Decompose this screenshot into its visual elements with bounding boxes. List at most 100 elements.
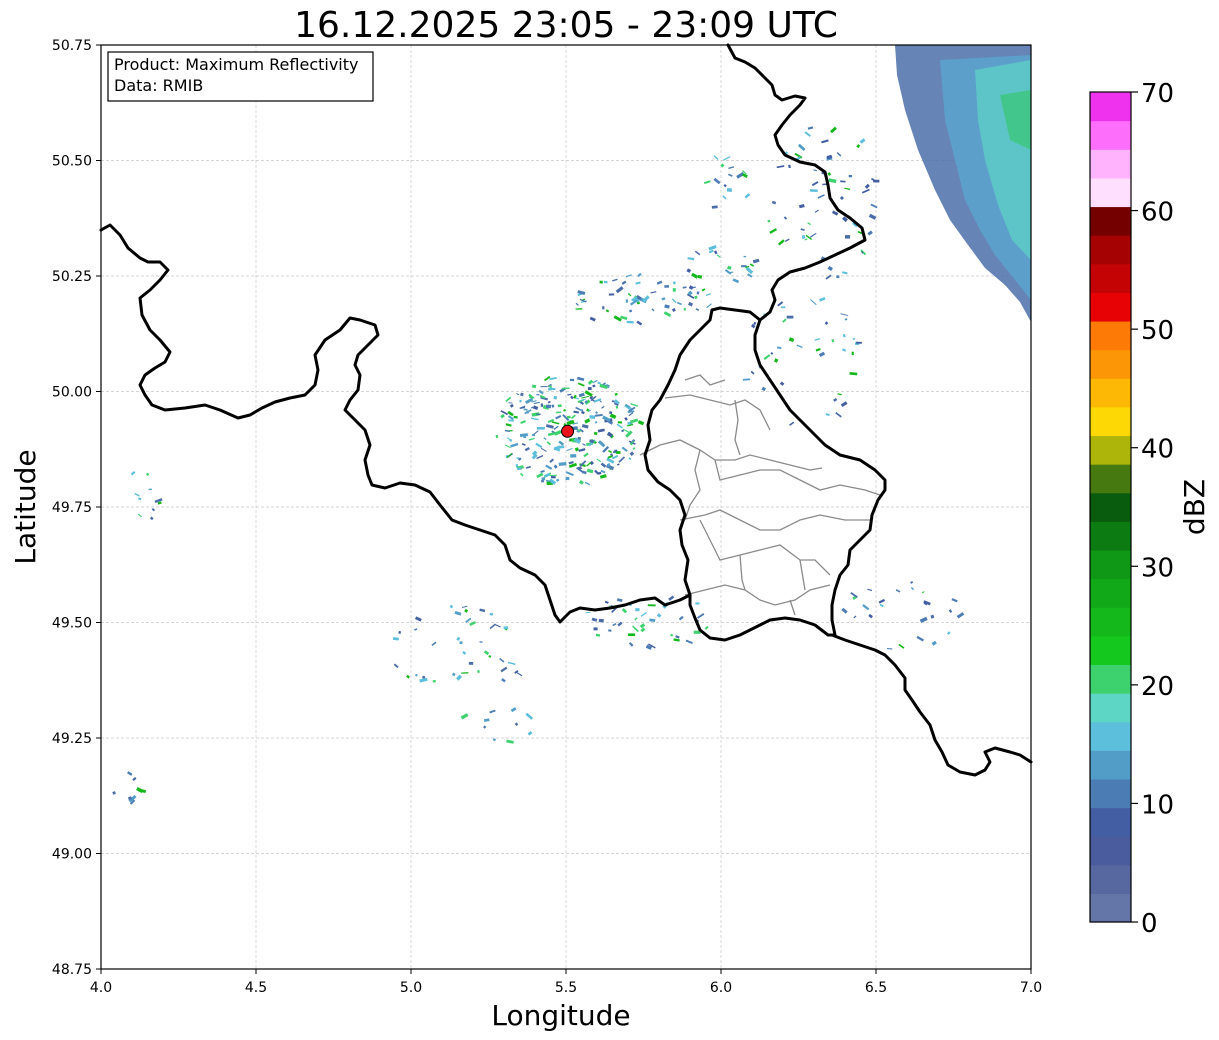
y-tick-label: 49.00 bbox=[52, 847, 92, 863]
echo-cell bbox=[801, 234, 806, 239]
echo-cell bbox=[786, 315, 794, 319]
colorbar-swatch bbox=[1090, 893, 1131, 923]
echo-cell bbox=[598, 618, 604, 623]
y-tick-label: 50.50 bbox=[52, 154, 92, 170]
echo-cell bbox=[553, 395, 558, 400]
map-plot-area: Product: Maximum Reflectivity Data: RMIB bbox=[99, 43, 1033, 970]
echo-cell bbox=[743, 255, 747, 258]
echo-cell bbox=[557, 404, 562, 408]
colorbar-swatch bbox=[1090, 349, 1131, 379]
echo-cell bbox=[696, 291, 700, 295]
radar-site-marker bbox=[561, 424, 575, 438]
colorbar-label: dBZ bbox=[1178, 479, 1211, 535]
echo-cell bbox=[570, 454, 577, 458]
colorbar-swatch bbox=[1090, 492, 1131, 522]
echo-cell bbox=[569, 378, 575, 382]
echo-cell bbox=[767, 219, 771, 223]
radar-figure: 16.12.2025 23:05 - 23:09 UTC Product: Ma… bbox=[9, 5, 1211, 1032]
y-axis-label: Latitude bbox=[9, 449, 42, 564]
colorbar-swatch bbox=[1090, 778, 1131, 809]
echo-cell bbox=[580, 409, 584, 412]
colorbar-swatch bbox=[1090, 464, 1131, 494]
colorbar-tick-label: 70 bbox=[1141, 79, 1174, 109]
echo-cell bbox=[565, 477, 570, 481]
colorbar-swatch bbox=[1090, 435, 1131, 465]
colorbar-swatch bbox=[1090, 521, 1131, 551]
echo-cell bbox=[432, 679, 436, 683]
colorbar-swatch bbox=[1090, 836, 1131, 866]
colorbar-swatch bbox=[1090, 149, 1131, 179]
echo-cell bbox=[503, 626, 509, 630]
echo-cell bbox=[873, 179, 880, 183]
echo-cell bbox=[148, 488, 152, 491]
echo-cell bbox=[468, 661, 474, 665]
echo-cell bbox=[561, 387, 570, 390]
info-data-source: Data: RMIB bbox=[114, 76, 203, 95]
echo-cell bbox=[625, 299, 629, 303]
colorbar-swatch bbox=[1090, 292, 1131, 322]
echo-cell bbox=[845, 235, 851, 239]
echo-cell bbox=[608, 629, 612, 632]
y-tick-label: 50.00 bbox=[52, 385, 92, 401]
colorbar-swatch bbox=[1090, 406, 1131, 437]
y-tick-label: 48.75 bbox=[52, 962, 92, 978]
echo-cell bbox=[559, 445, 565, 449]
echo-cell bbox=[855, 341, 862, 344]
echo-cell bbox=[536, 427, 545, 430]
echo-cell bbox=[683, 307, 686, 311]
echo-cell bbox=[635, 608, 640, 612]
echo-cell bbox=[593, 627, 598, 631]
info-product: Product: Maximum Reflectivity bbox=[114, 55, 358, 74]
colorbar-tick-label: 20 bbox=[1141, 672, 1174, 702]
latitude-ticks: 48.75 49.00 49.25 49.50 49.75 50.00 50.25 50.50… bbox=[52, 38, 101, 978]
x-tick-label: 6.0 bbox=[710, 980, 732, 996]
echo-cell bbox=[540, 403, 544, 407]
echo-cell bbox=[664, 285, 670, 288]
echo-cell bbox=[477, 670, 480, 673]
colorbar-swatch bbox=[1090, 664, 1131, 694]
echo-cell bbox=[836, 275, 840, 279]
echo-cell bbox=[695, 602, 700, 605]
colorbar-tick-label: 40 bbox=[1141, 435, 1174, 465]
echo-cell bbox=[589, 415, 596, 419]
echo-cell bbox=[508, 402, 513, 404]
echo-cell bbox=[726, 188, 733, 192]
colorbar-swatch bbox=[1090, 635, 1131, 666]
y-tick-label: 49.25 bbox=[52, 731, 92, 747]
colorbar-tick-label: 60 bbox=[1141, 198, 1174, 228]
echo-cell bbox=[536, 394, 540, 396]
echo-cell bbox=[523, 436, 527, 438]
colorbar-swatch bbox=[1090, 578, 1131, 608]
colorbar-swatch bbox=[1090, 263, 1131, 293]
echo-cell bbox=[495, 434, 499, 439]
echo-cell bbox=[508, 419, 514, 422]
echo-cell bbox=[603, 280, 608, 284]
echo-cell bbox=[599, 280, 603, 284]
info-box: Product: Maximum Reflectivity Data: RMIB bbox=[107, 51, 374, 102]
colorbar-swatch bbox=[1090, 177, 1131, 208]
x-tick-label: 4.0 bbox=[90, 980, 112, 996]
echo-cell bbox=[526, 410, 529, 414]
chart-title: 16.12.2025 23:05 - 23:09 UTC bbox=[294, 5, 838, 46]
echo-cell bbox=[615, 405, 619, 409]
echo-cell bbox=[536, 413, 541, 415]
echo-cell bbox=[519, 399, 522, 403]
echo-cell bbox=[614, 449, 618, 452]
echo-cell bbox=[672, 288, 676, 292]
colorbar-tick-label: 10 bbox=[1141, 790, 1174, 820]
echo-cell bbox=[788, 164, 791, 169]
colorbar-swatch bbox=[1090, 378, 1131, 408]
colorbar-swatch bbox=[1090, 549, 1131, 580]
y-tick-label: 49.75 bbox=[52, 500, 92, 516]
echo-cell bbox=[617, 421, 623, 424]
x-axis-label: Longitude bbox=[491, 999, 630, 1032]
echo-cell bbox=[810, 189, 818, 192]
echo-cell bbox=[647, 604, 656, 607]
echo-cell bbox=[608, 293, 615, 296]
colorbar-swatch bbox=[1090, 120, 1131, 150]
colorbar-swatch bbox=[1090, 693, 1131, 723]
colorbar-swatch bbox=[1090, 807, 1131, 837]
y-tick-label: 50.75 bbox=[52, 38, 92, 54]
y-tick-label: 49.50 bbox=[52, 616, 92, 632]
colorbar-tick-label: 0 bbox=[1141, 909, 1158, 939]
